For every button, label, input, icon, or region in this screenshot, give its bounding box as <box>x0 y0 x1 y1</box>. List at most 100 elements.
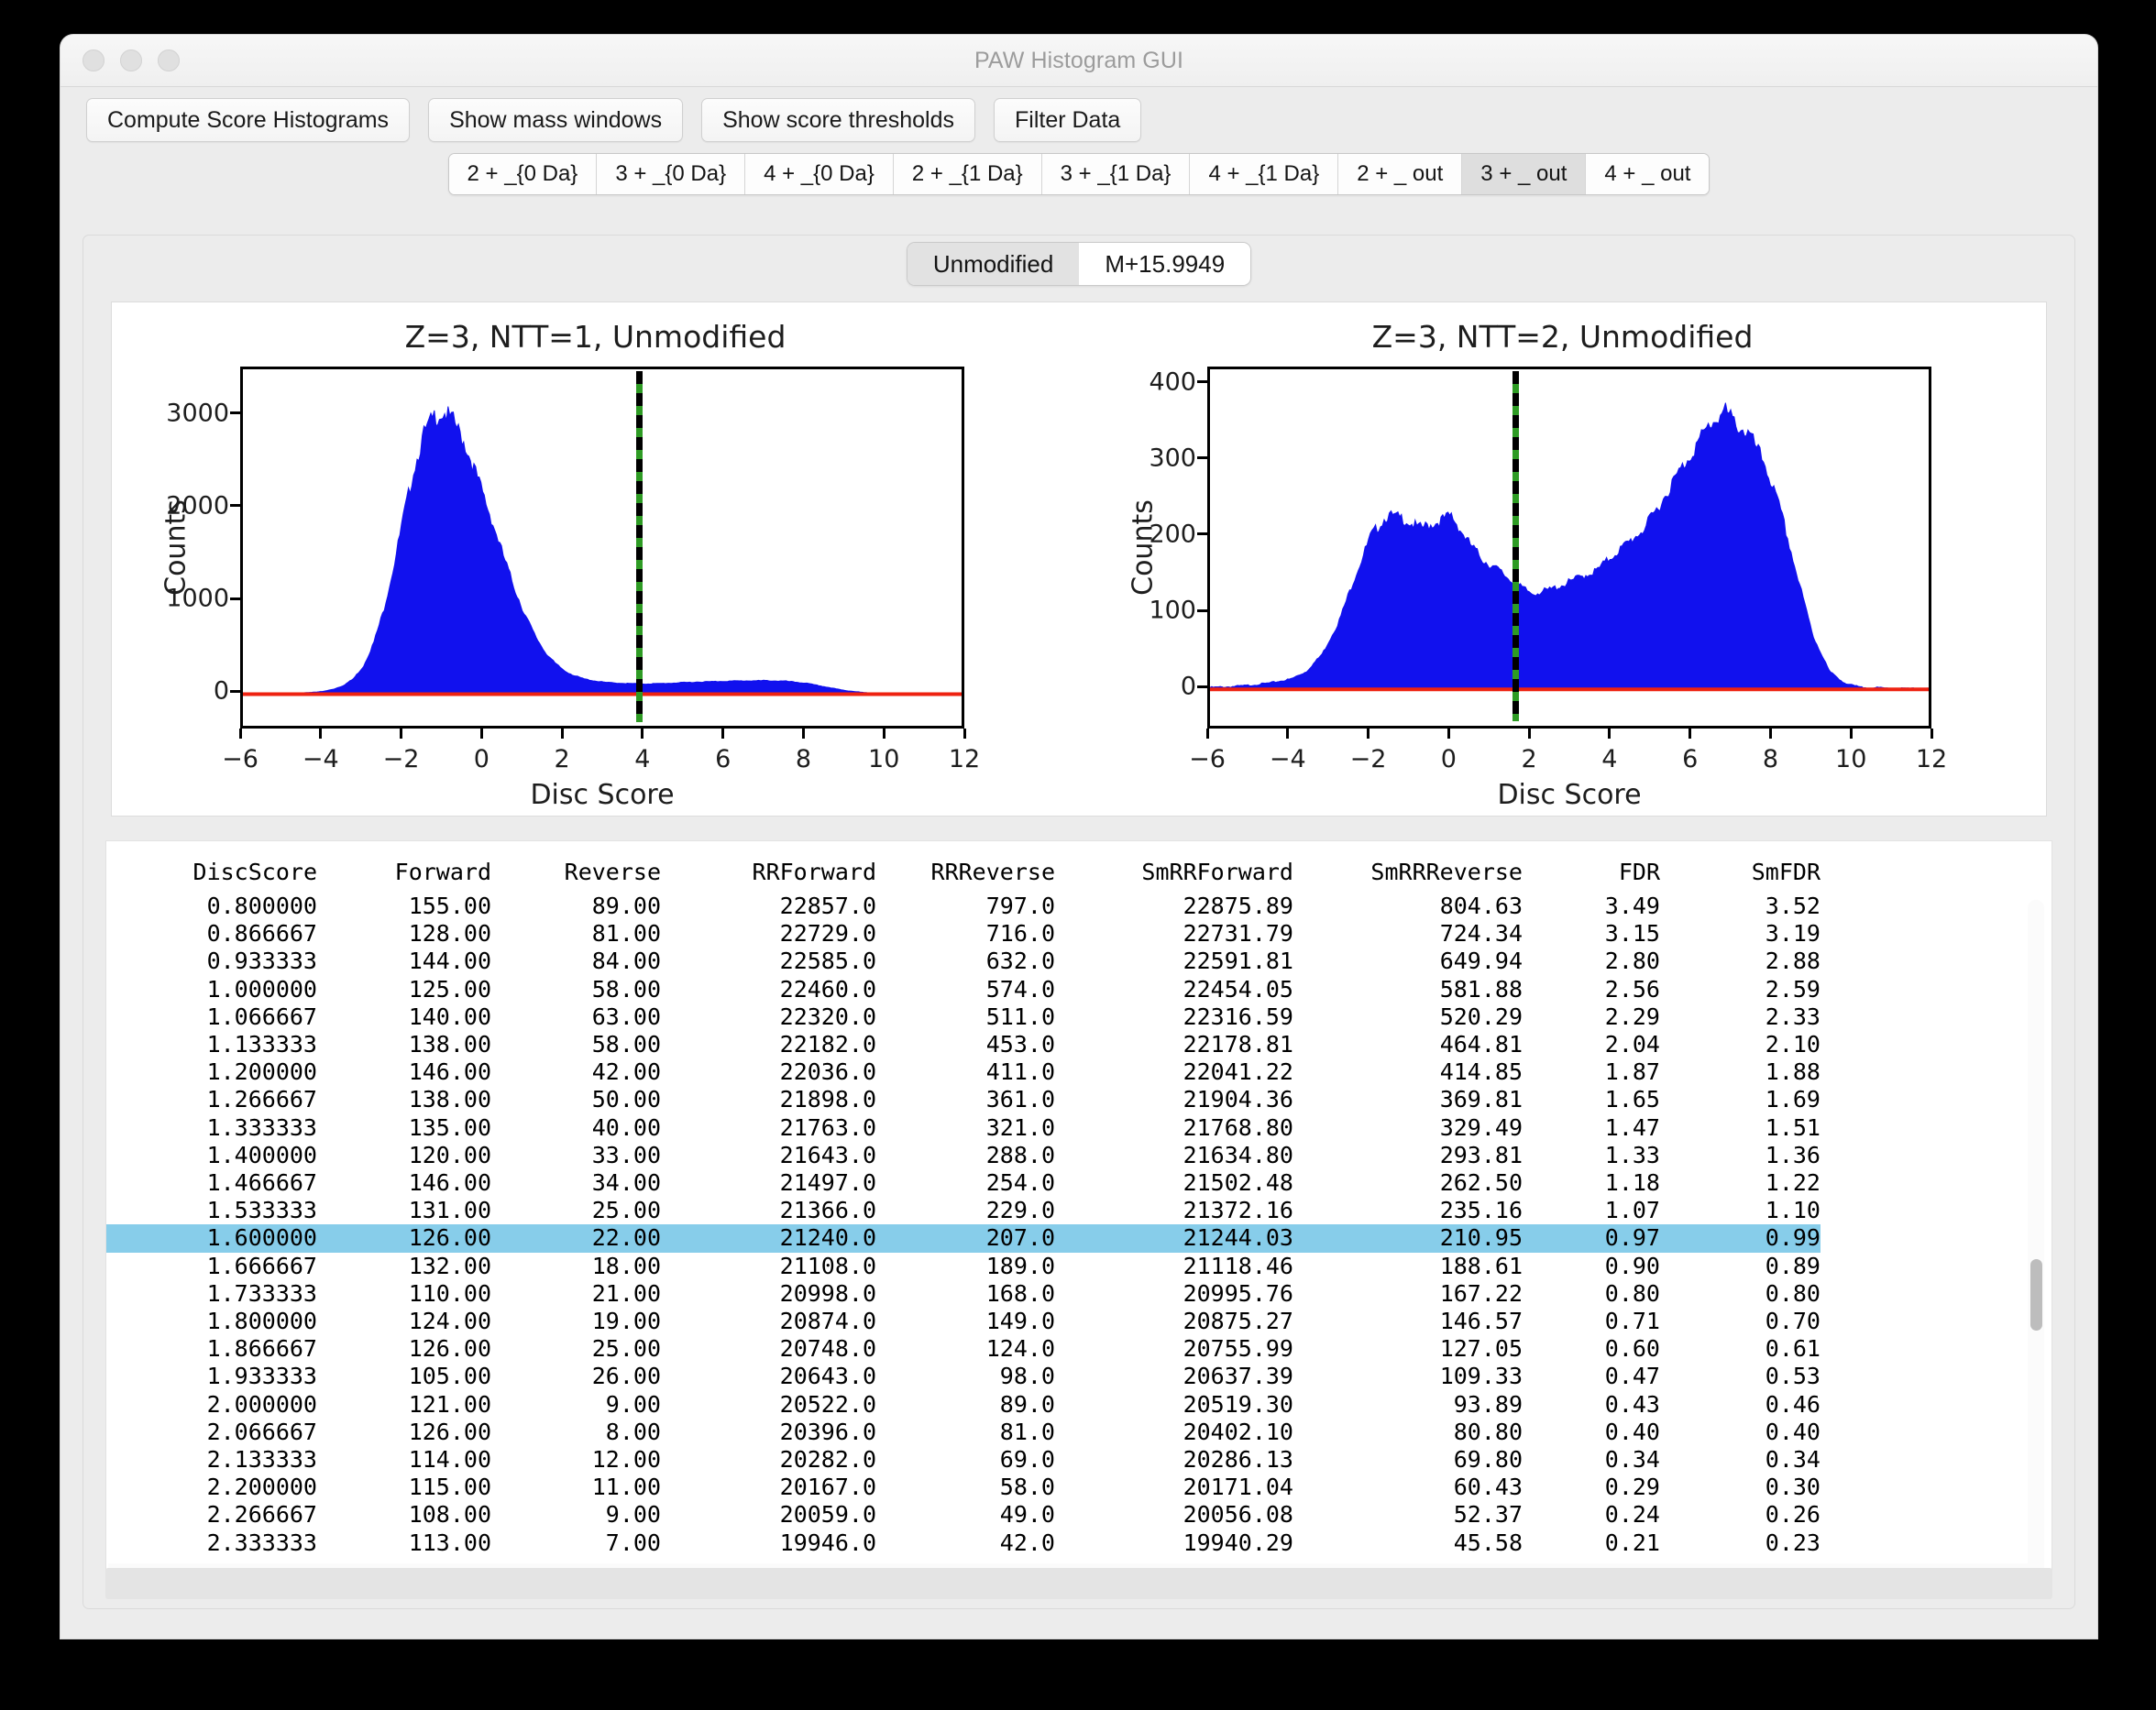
table-cell-reverse: 63.00 <box>591 1003 661 1030</box>
table-cell-discscore: 1.466667 <box>206 1169 317 1197</box>
tab-3plus-out[interactable]: 3 + _ out <box>1462 154 1587 194</box>
tab-m-plus-15-9949[interactable]: M+15.9949 <box>1079 243 1251 285</box>
table-row[interactable]: 1.133333 138.00 58.00 22182.0 453.0 22178.81 4… <box>106 1031 1820 1058</box>
tab-2plus-out[interactable]: 2 + _ out <box>1338 154 1463 194</box>
table-cell-reverse: 33.00 <box>591 1141 661 1168</box>
tab-2plus-1da[interactable]: 2 + _{1 Da} <box>893 154 1042 194</box>
table-cell-rrforward: 21497.0 <box>779 1169 876 1197</box>
x-tick-label: 10 <box>868 745 900 773</box>
plot2-ylabel: Counts <box>1127 499 1160 596</box>
x-tick-label: −2 <box>1349 745 1387 773</box>
plot1-frame <box>240 367 964 729</box>
table-cell-rrreverse: 361.0 <box>985 1086 1055 1113</box>
compute-score-histograms-button[interactable]: Compute Score Histograms <box>86 98 411 142</box>
table-row[interactable]: 1.933333 105.00 26.00 20643.0 98.0 20637.39 10… <box>106 1363 1820 1390</box>
show-score-thresholds-button[interactable]: Show score thresholds <box>701 98 975 142</box>
table-row[interactable]: 2.000000 121.00 9.00 20522.0 89.0 20519.30 93.… <box>106 1391 1820 1419</box>
col-header-smrrreverse: SmRRReverse <box>1370 859 1523 885</box>
table-row[interactable]: 1.533333 131.00 25.00 21366.0 229.0 21372.16 2… <box>106 1197 1820 1224</box>
table-cell-fdr: 0.40 <box>1604 1418 1660 1445</box>
tab-4plus-out[interactable]: 4 + _ out <box>1586 154 1710 194</box>
table-row[interactable]: 2.266667 108.00 9.00 20059.0 49.0 20056.08 52.… <box>106 1501 1820 1529</box>
x-tickmark <box>1527 729 1531 739</box>
table-row[interactable]: 1.733333 110.00 21.00 20998.0 168.0 20995.76 1… <box>106 1280 1820 1308</box>
table-row[interactable]: 1.666667 132.00 18.00 21108.0 189.0 21118.46 1… <box>106 1253 1820 1280</box>
table-cell-rrforward: 20522.0 <box>779 1390 876 1418</box>
table-row[interactable]: 1.333333 135.00 40.00 21763.0 321.0 21768.80 3… <box>106 1114 1820 1142</box>
table-cell-forward: 121.00 <box>408 1390 491 1418</box>
histogram-plot-ntt1: Z=3, NTT=1, Unmodified 0 1000 2000 3000 −6 −4… <box>112 302 1079 816</box>
table-cell-smfdr: 2.10 <box>1765 1031 1820 1058</box>
table-cell-rrreverse: 716.0 <box>985 920 1055 948</box>
tab-4plus-1da[interactable]: 4 + _{1 Da} <box>1190 154 1339 194</box>
table-row[interactable]: 1.400000 120.00 33.00 21643.0 288.0 21634.80 2… <box>106 1142 1820 1169</box>
filter-data-button[interactable]: Filter Data <box>994 98 1142 142</box>
toolbar: Compute Score Histograms Show mass windo… <box>60 87 2097 148</box>
table-cell-smfdr: 1.10 <box>1765 1197 1820 1224</box>
plot2-title: Z=3, NTT=2, Unmodified <box>1371 319 1754 355</box>
table-row[interactable]: 2.066667 126.00 8.00 20396.0 81.0 20402.10 80.… <box>106 1419 1820 1446</box>
table-row[interactable]: 1.600000 126.00 22.00 21240.0 207.0 21244.03 2… <box>106 1224 1820 1253</box>
table-cell-forward: 114.00 <box>408 1446 491 1474</box>
tab-2plus-0da[interactable]: 2 + _{0 Da} <box>448 154 598 194</box>
table-cell-smfdr: 3.52 <box>1765 893 1820 919</box>
table-vertical-scrollbar[interactable] <box>2028 900 2044 1578</box>
table-cell-discscore: 1.400000 <box>206 1141 317 1168</box>
table-row[interactable]: 1.800000 124.00 19.00 20874.0 149.0 20875.27 1… <box>106 1308 1820 1335</box>
table-cell-smrrforward: 20519.30 <box>1182 1390 1293 1418</box>
charge-tabstrip-container: 2 + _{0 Da} 3 + _{0 Da} 4 + _{0 Da} 2 + … <box>60 148 2097 201</box>
results-table-container[interactable]: DiscScore Forward Reverse RRForward RRRe… <box>105 840 2052 1583</box>
x-tickmark <box>560 729 564 739</box>
tab-3plus-0da[interactable]: 3 + _{0 Da} <box>597 154 746 194</box>
table-cell-reverse: 40.00 <box>591 1113 661 1141</box>
table-cell-smrrreverse: 80.80 <box>1453 1418 1523 1445</box>
table-row[interactable]: 1.000000 125.00 58.00 22460.0 574.0 22454.05 5… <box>106 976 1820 1003</box>
table-row[interactable]: 2.200000 115.00 11.00 20167.0 58.0 20171.04 60… <box>106 1474 1820 1501</box>
table-cell-smfdr: 0.70 <box>1765 1308 1820 1335</box>
table-cell-reverse: 84.00 <box>591 948 661 975</box>
show-mass-windows-button[interactable]: Show mass windows <box>428 98 684 142</box>
table-cell-forward: 144.00 <box>408 948 491 975</box>
table-row[interactable]: 1.466667 146.00 34.00 21497.0 254.0 21502.48 2… <box>106 1169 1820 1197</box>
table-cell-rrforward: 20059.0 <box>779 1501 876 1529</box>
table-cell-rrforward: 19946.0 <box>779 1529 876 1556</box>
x-tickmark <box>641 729 644 739</box>
table-cell-forward: 155.00 <box>408 893 491 919</box>
table-row[interactable]: 1.200000 146.00 42.00 22036.0 411.0 22041.22 4… <box>106 1058 1820 1086</box>
table-cell-rrforward: 22182.0 <box>779 1031 876 1058</box>
tab-3plus-1da[interactable]: 3 + _{1 Da} <box>1041 154 1191 194</box>
table-cell-smrrforward: 22316.59 <box>1182 1003 1293 1030</box>
table-row[interactable]: 1.866667 126.00 25.00 20748.0 124.0 20755.99 1… <box>106 1335 1820 1363</box>
table-row[interactable]: 2.333333 113.00 7.00 19946.0 42.0 19940.29 45.… <box>106 1529 1820 1557</box>
table-cell-rrforward: 20282.0 <box>779 1446 876 1474</box>
x-tick-label: −4 <box>302 745 339 773</box>
table-row[interactable]: 0.933333 144.00 84.00 22585.0 632.0 22591.81 6… <box>106 948 1820 975</box>
table-cell-forward: 138.00 <box>408 1086 491 1113</box>
table-cell-smrrforward: 22731.79 <box>1182 920 1293 948</box>
table-row[interactable]: 2.133333 114.00 12.00 20282.0 69.0 20286.13 69… <box>106 1446 1820 1474</box>
tab-unmodified[interactable]: Unmodified <box>907 243 1080 285</box>
table-header-row: DiscScore Forward Reverse RRForward RRRe… <box>106 841 1820 893</box>
table-cell-smfdr: 1.69 <box>1765 1086 1820 1113</box>
table-cell-smrrreverse: 581.88 <box>1439 975 1523 1003</box>
table-row[interactable]: 0.800000 155.00 89.00 22857.0 797.0 22875.89 8… <box>106 893 1820 920</box>
table-cell-smrrreverse: 369.81 <box>1439 1086 1523 1113</box>
table-cell-forward: 128.00 <box>408 920 491 948</box>
table-cell-fdr: 1.65 <box>1604 1086 1660 1113</box>
table-cell-forward: 140.00 <box>408 1003 491 1030</box>
table-row[interactable]: 0.866667 128.00 81.00 22729.0 716.0 22731.79 7… <box>106 920 1820 948</box>
table-cell-rrforward: 20396.0 <box>779 1418 876 1445</box>
table-row[interactable]: 1.266667 138.00 50.00 21898.0 361.0 21904.36 3… <box>106 1086 1820 1113</box>
tab-4plus-0da[interactable]: 4 + _{0 Da} <box>745 154 894 194</box>
table-cell-smrrforward: 20056.08 <box>1182 1501 1293 1529</box>
y-tickmark <box>1197 532 1207 536</box>
table-row[interactable]: 1.066667 140.00 63.00 22320.0 511.0 22316.59 5… <box>106 1003 1820 1031</box>
table-cell-smrrforward: 22178.81 <box>1182 1031 1293 1058</box>
table-cell-discscore: 1.200000 <box>206 1058 317 1086</box>
table-vertical-scrollbar-thumb[interactable] <box>2030 1259 2042 1331</box>
table-cell-rrreverse: 98.0 <box>999 1363 1055 1390</box>
table-body: 0.800000 155.00 89.00 22857.0 797.0 22875.89 8… <box>106 893 1820 1557</box>
table-cell-fdr: 1.47 <box>1604 1113 1660 1141</box>
table-cell-smrrforward: 20755.99 <box>1182 1335 1293 1363</box>
table-cell-rrreverse: 207.0 <box>876 1224 1055 1253</box>
